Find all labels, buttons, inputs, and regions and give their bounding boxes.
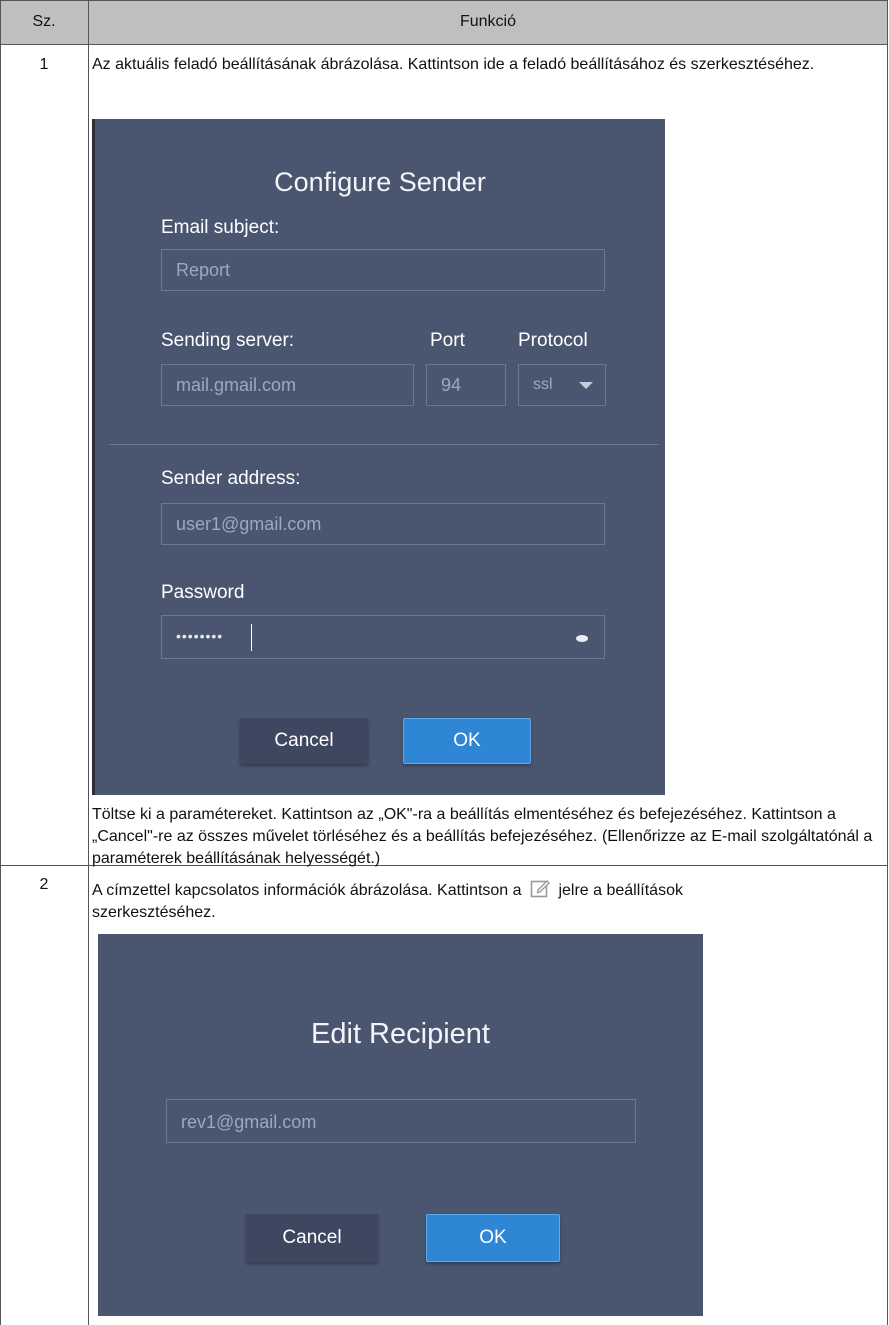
table-border-top [0, 0, 888, 1]
row-2-intro: A címzettel kapcsolatos információk ábrá… [92, 878, 882, 924]
protocol-select[interactable]: ssl [518, 364, 606, 406]
edit-icon [530, 880, 550, 898]
sending-server-label: Sending server: [161, 330, 295, 351]
email-subject-field[interactable]: Report [161, 249, 605, 291]
email-subject-label: Email subject: [161, 217, 280, 238]
edit-recipient-dialog: Edit Recipient rev1@gmail.com Cancel OK [98, 934, 703, 1316]
row-2-intro-after: jelre a beállítások [558, 882, 683, 899]
table-border-right [887, 0, 888, 1325]
password-masked-value: •••••••• [176, 628, 224, 644]
protocol-selected-value: ssl [533, 376, 553, 393]
password-field[interactable]: •••••••• [161, 615, 605, 659]
protocol-label: Protocol [518, 330, 588, 351]
table-border-left [0, 0, 1, 1325]
table-column-divider [88, 0, 89, 1325]
text-cursor [251, 624, 252, 651]
header-function: Funkció [459, 13, 517, 30]
dialog-title: Configure Sender [274, 167, 486, 197]
eye-icon[interactable] [576, 635, 588, 642]
section-divider [109, 444, 659, 445]
ok-button[interactable]: OK [426, 1214, 560, 1262]
port-field[interactable]: 94 [426, 364, 506, 406]
sender-address-label: Sender address: [161, 468, 301, 489]
row-2-intro-before: A címzettel kapcsolatos információk ábrá… [92, 882, 522, 899]
row-2-number: 2 [39, 876, 49, 893]
row-1-intro: Az aktuális feladó beállításának ábrázol… [92, 56, 815, 73]
sending-server-field[interactable]: mail.gmail.com [161, 364, 414, 406]
password-label: Password [161, 582, 245, 603]
cancel-button[interactable]: Cancel [240, 718, 368, 764]
cancel-button[interactable]: Cancel [246, 1214, 378, 1262]
row-1-outro: Töltse ki a paramétereket. Kattintson az… [92, 806, 873, 867]
header-number: Sz. [32, 13, 56, 30]
function-table: Sz. Funkció 1 Az aktuális feladó beállít… [0, 0, 889, 1325]
header-divider [0, 44, 888, 45]
ok-button[interactable]: OK [403, 718, 531, 764]
row-1-number: 1 [39, 56, 49, 73]
chevron-down-icon [579, 382, 593, 389]
sender-address-field[interactable]: user1@gmail.com [161, 503, 605, 545]
configure-sender-dialog: Configure Sender Email subject: Report S… [92, 119, 665, 795]
table-header: Sz. Funkció [0, 0, 888, 44]
dialog-title: Edit Recipient [311, 1018, 490, 1050]
row-2-intro-line2: szerkesztéséhez. [92, 904, 216, 921]
recipient-email-field[interactable]: rev1@gmail.com [166, 1099, 636, 1143]
port-label: Port [430, 330, 465, 351]
